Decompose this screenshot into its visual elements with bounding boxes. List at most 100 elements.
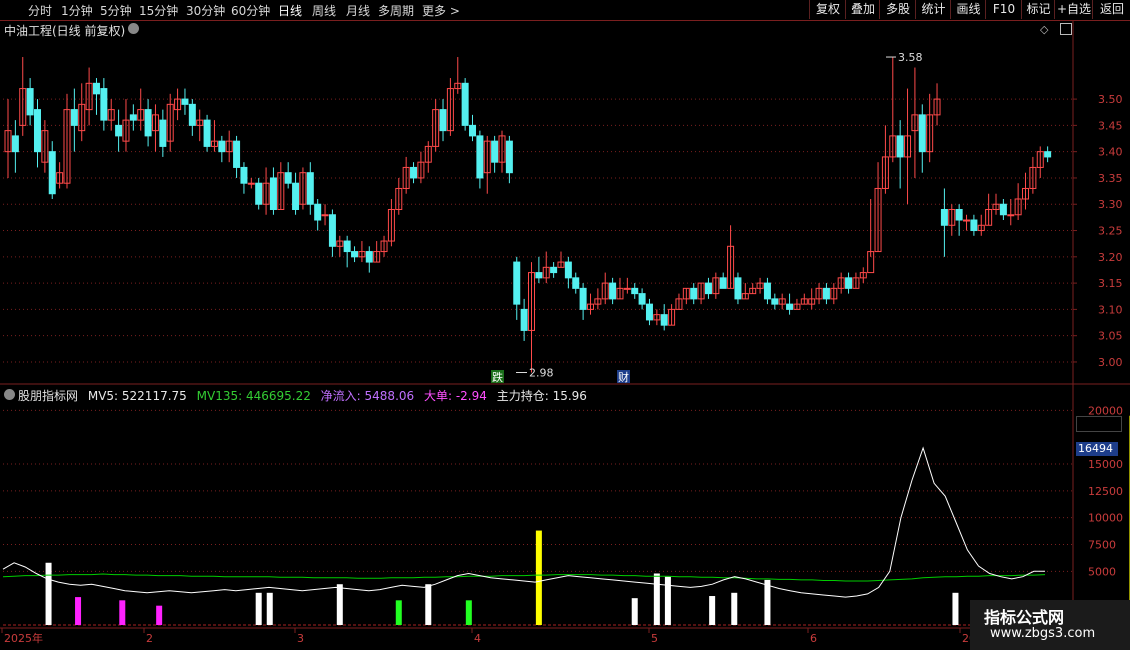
volume-bar	[395, 600, 402, 625]
volume-bar	[952, 592, 959, 625]
candle-body	[800, 298, 808, 305]
watermark-logo-icon	[970, 600, 984, 650]
chart-title: 中油工程(日线 前复权)	[4, 24, 126, 38]
diamond-icon[interactable]: ◇	[1040, 23, 1048, 36]
candle-body	[528, 272, 535, 331]
high-marker: 3.58	[898, 51, 923, 64]
candle-body	[306, 172, 314, 205]
candle-body	[410, 166, 418, 179]
candle-body	[778, 298, 786, 305]
price-axis-label-4: 3.30	[1098, 198, 1123, 211]
candle-body	[432, 109, 440, 147]
candle-body	[70, 109, 78, 126]
candle-body	[734, 277, 742, 300]
volume-bar	[336, 584, 343, 625]
candle-body	[749, 287, 757, 295]
candle-body	[314, 203, 322, 221]
candle-body	[808, 298, 816, 305]
volume-bar	[709, 596, 716, 625]
candle-body	[955, 209, 963, 221]
price-axis-label-5: 3.25	[1098, 225, 1123, 238]
candle-body	[926, 114, 934, 153]
candle-body	[867, 251, 875, 274]
toolbar-button-8[interactable]: 返回	[1092, 0, 1130, 19]
toolbar-button-0[interactable]: 复权	[809, 0, 846, 19]
timeframe-5[interactable]: 60分钟	[231, 2, 270, 19]
candle-body	[328, 214, 336, 247]
candle-body	[822, 287, 830, 300]
candle-body	[373, 251, 381, 263]
indicator-axis-label-1: 15000	[1088, 458, 1123, 471]
candle-body	[269, 177, 277, 210]
candle-body	[704, 282, 712, 295]
tag-cai: 财	[618, 370, 629, 384]
indicator-axis-label-3: 10000	[1088, 512, 1123, 525]
candle-body	[395, 187, 403, 210]
timeframe-9[interactable]: 多周期	[378, 2, 414, 19]
mv5-label: MV5: 522117.75	[87, 389, 187, 403]
window-toggle-icon[interactable]	[1060, 23, 1072, 35]
candle-body	[682, 287, 690, 300]
candle-body	[1022, 187, 1030, 200]
candle-body	[56, 172, 64, 184]
candle-body	[933, 98, 941, 116]
timeframe-0[interactable]: 分时	[28, 2, 52, 19]
timeframe-8[interactable]: 月线	[346, 2, 370, 19]
candle-body	[918, 114, 926, 153]
toolbar-button-5[interactable]: F10	[985, 0, 1022, 19]
indicator-name[interactable]: 股朋指标网	[18, 389, 78, 403]
timeframe-2[interactable]: 5分钟	[100, 2, 132, 19]
toolbar-button-1[interactable]: 叠加	[845, 0, 880, 19]
candle-body	[92, 82, 100, 95]
candle-body	[771, 298, 779, 305]
toolbar-button-2[interactable]: 多股	[879, 0, 916, 19]
timeframe-4[interactable]: 30分钟	[186, 2, 225, 19]
candle-body	[137, 109, 145, 121]
candle-body	[292, 182, 300, 211]
candle-body	[1036, 151, 1044, 168]
timeframe-1[interactable]: 1分钟	[61, 2, 93, 19]
price-axis-label-9: 3.05	[1098, 330, 1123, 343]
candle-body	[586, 303, 594, 310]
x-axis-label-1: 2	[146, 632, 153, 645]
indicator-menu-icon[interactable]	[4, 389, 15, 400]
chevron-down-icon[interactable]	[128, 23, 139, 34]
x-axis-label-4: 5	[651, 632, 658, 645]
candle-body	[830, 287, 838, 300]
candle-body	[520, 308, 528, 331]
timeframe-6[interactable]: 日线	[278, 2, 302, 19]
candle-body	[151, 114, 159, 132]
candle-body	[159, 119, 167, 147]
candle-body	[653, 314, 661, 321]
candle-body	[247, 182, 255, 185]
timeframe-3[interactable]: 15分钟	[139, 2, 178, 19]
candle-body	[940, 209, 948, 226]
candle-body	[387, 209, 395, 242]
toolbar-button-3[interactable]: 统计	[915, 0, 951, 19]
chart-canvas[interactable]: 3.50 3.45 3.40 3.35 3.30 3.25 3.20 3.15 3.10 3.05…	[0, 0, 1130, 650]
x-axis-label-2: 3	[297, 632, 304, 645]
indicator-axis-label-5: 5000	[1088, 565, 1116, 578]
timeframe-7[interactable]: 周线	[312, 2, 336, 19]
candle-body	[476, 135, 484, 179]
toolbar-button-4[interactable]: 画线	[950, 0, 986, 19]
candle-body	[454, 82, 462, 90]
candle-body	[469, 124, 477, 137]
candle-body	[129, 114, 137, 121]
candle-body	[85, 82, 93, 111]
timeframe-10[interactable]: 更多 >	[422, 2, 460, 19]
toolbar-button-6[interactable]: 标记	[1021, 0, 1055, 19]
candle-body	[970, 219, 978, 232]
volume-bar	[425, 584, 432, 625]
candle-body	[616, 287, 624, 300]
candle-body	[719, 277, 727, 289]
candle-body	[41, 130, 49, 163]
netflow-label: 净流入: 5488.06	[320, 389, 415, 403]
toolbar-button-7[interactable]: +自选	[1054, 0, 1093, 19]
candle-body	[115, 124, 123, 137]
candle-body	[904, 135, 912, 158]
x-axis-label-0: 2025年	[4, 631, 43, 645]
candle-body	[845, 277, 853, 289]
candle-body	[1044, 151, 1052, 158]
indicator-axis-label-2: 12500	[1088, 485, 1123, 498]
